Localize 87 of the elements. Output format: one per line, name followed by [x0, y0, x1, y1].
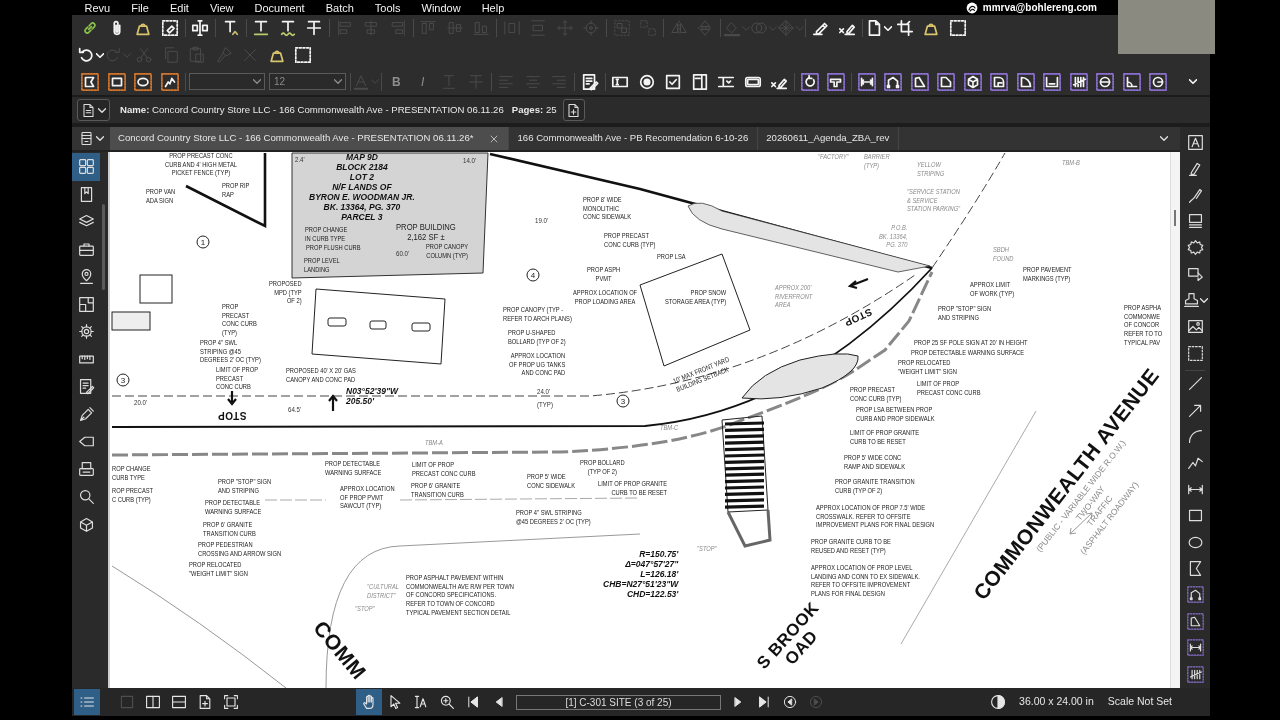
keynote-marker: 1: [196, 235, 210, 249]
caret-icon: [95, 136, 104, 142]
markups-list-button[interactable]: [74, 689, 100, 716]
keynote-marker: 3: [116, 373, 130, 387]
scrollbar-thumb[interactable]: [102, 204, 105, 291]
page-layout-icon: [223, 694, 239, 711]
new-page-button[interactable]: [562, 99, 585, 122]
line-tool-icon: [1186, 375, 1204, 393]
pan-hand-button[interactable]: [356, 689, 382, 716]
menu-item[interactable]: Revu: [74, 0, 121, 15]
last-page-icon: [757, 695, 771, 710]
count-measure-icon: [1186, 665, 1204, 683]
stop-marking: STOP: [842, 306, 874, 328]
toolbox-icon: [77, 240, 95, 258]
printer-icon: [77, 460, 95, 478]
survey-label: R=150.75' Δ=047°57'27" L=126.18' CHB=N27°51'23"W CHD=122.53': [603, 549, 679, 600]
document-menu-button[interactable]: [77, 99, 110, 122]
text-select-icon: [413, 694, 429, 711]
caret-icon: [96, 52, 104, 58]
search-icon: [77, 488, 95, 506]
account-email: mmrva@bohlereng.com: [982, 1, 1097, 15]
pen-tool-icon: [1186, 186, 1204, 204]
image-icon: [1186, 318, 1204, 336]
menu-item[interactable]: Edit: [159, 0, 200, 15]
add-page-icon: [197, 694, 213, 711]
menu-item[interactable]: Document: [244, 0, 316, 15]
snapshot-icon: [1186, 344, 1204, 362]
zoom-icon: [439, 694, 455, 711]
menu-item[interactable]: Help: [471, 0, 515, 15]
first-page-icon: [466, 695, 480, 710]
scale-text: Scale Not Set: [1107, 694, 1172, 710]
arc-tool-icon: [1186, 428, 1204, 446]
page-number-field[interactable]: [1] C-301 SITE (3 of 25): [516, 694, 721, 710]
scrollbar-thumb[interactable]: [1174, 210, 1176, 227]
back-view-icon: [783, 695, 797, 710]
document-icon: [81, 102, 96, 118]
document-stack-icon: [78, 131, 94, 147]
menu-item[interactable]: Batch: [315, 0, 365, 15]
caret-icon: [98, 107, 106, 113]
survey-label: N03°52'39"W 205.50': [346, 386, 398, 407]
caret-icon: [334, 79, 342, 85]
settings-icon: [77, 323, 95, 341]
pan-hand-icon: [361, 694, 377, 711]
select-arrow-icon: [387, 694, 403, 711]
page-size-text: 36.00 x 24.00 in: [1019, 694, 1094, 710]
swirl-logo-icon: [965, 1, 978, 14]
thumbnails-tab[interactable]: [72, 153, 100, 181]
area-measure-icon: [1186, 612, 1204, 630]
cube-icon: [77, 515, 95, 533]
menu-item[interactable]: File: [120, 0, 160, 15]
stop-marking: STOP: [217, 410, 247, 421]
forward-view-icon: [809, 695, 823, 710]
text-box-tool-icon: [1186, 133, 1204, 151]
add-page-icon: [566, 102, 582, 118]
document-tab[interactable]: Concord Country Store LLC - 166 Commonwealth Ave - PRESENTATION 06.11.26*: [110, 127, 510, 151]
caret-icon: [883, 25, 892, 31]
menu-item[interactable]: View: [199, 0, 245, 15]
starburst-shape-icon: [1186, 239, 1204, 257]
keynote-marker: 3: [616, 394, 630, 408]
split-horizontal-icon: [171, 694, 187, 711]
split-vertical-icon: [145, 694, 161, 711]
polylength-measure-icon: [1186, 586, 1204, 604]
close-icon[interactable]: [489, 133, 500, 144]
text-block-icon: [1186, 212, 1204, 230]
contrast-icon: [990, 694, 1007, 711]
caret-icon: [1188, 79, 1197, 85]
stamp-icon: [1182, 292, 1200, 310]
building-label: PROP BUILDING 2,162 SF ±: [396, 223, 456, 243]
survey-label: MAP 9D BLOCK 2184 LOT 2 N/F LANDS OF BYRON E. WOODMAN JR. BK. 13364, PG. 370 PARCEL 3: [309, 152, 415, 223]
thumbnails-icon: [77, 158, 95, 176]
keynote-marker: 4: [526, 268, 540, 282]
location-pin-icon: [77, 268, 95, 286]
caret-icon: [795, 25, 804, 31]
length-measure-icon: [1186, 639, 1204, 657]
caret-icon: [1160, 136, 1168, 142]
pen-icon: [77, 405, 95, 423]
font-size-dropdown[interactable]: 12: [269, 73, 346, 91]
document-name: Name: Concord Country Store LLC - 166 Commonwealth Ave - PRESENTATION 06.11.26: [120, 102, 504, 117]
floor-plan-icon: [77, 295, 95, 313]
page-count: Pages: 25: [511, 102, 557, 117]
callout-icon: [1186, 265, 1204, 283]
menu-item[interactable]: Window: [411, 0, 472, 15]
caret-icon: [253, 79, 261, 85]
caret-icon: [1199, 298, 1208, 304]
markup-list-icon: [77, 378, 95, 396]
menu-item[interactable]: Tools: [364, 0, 411, 15]
single-page-icon: [119, 694, 135, 711]
